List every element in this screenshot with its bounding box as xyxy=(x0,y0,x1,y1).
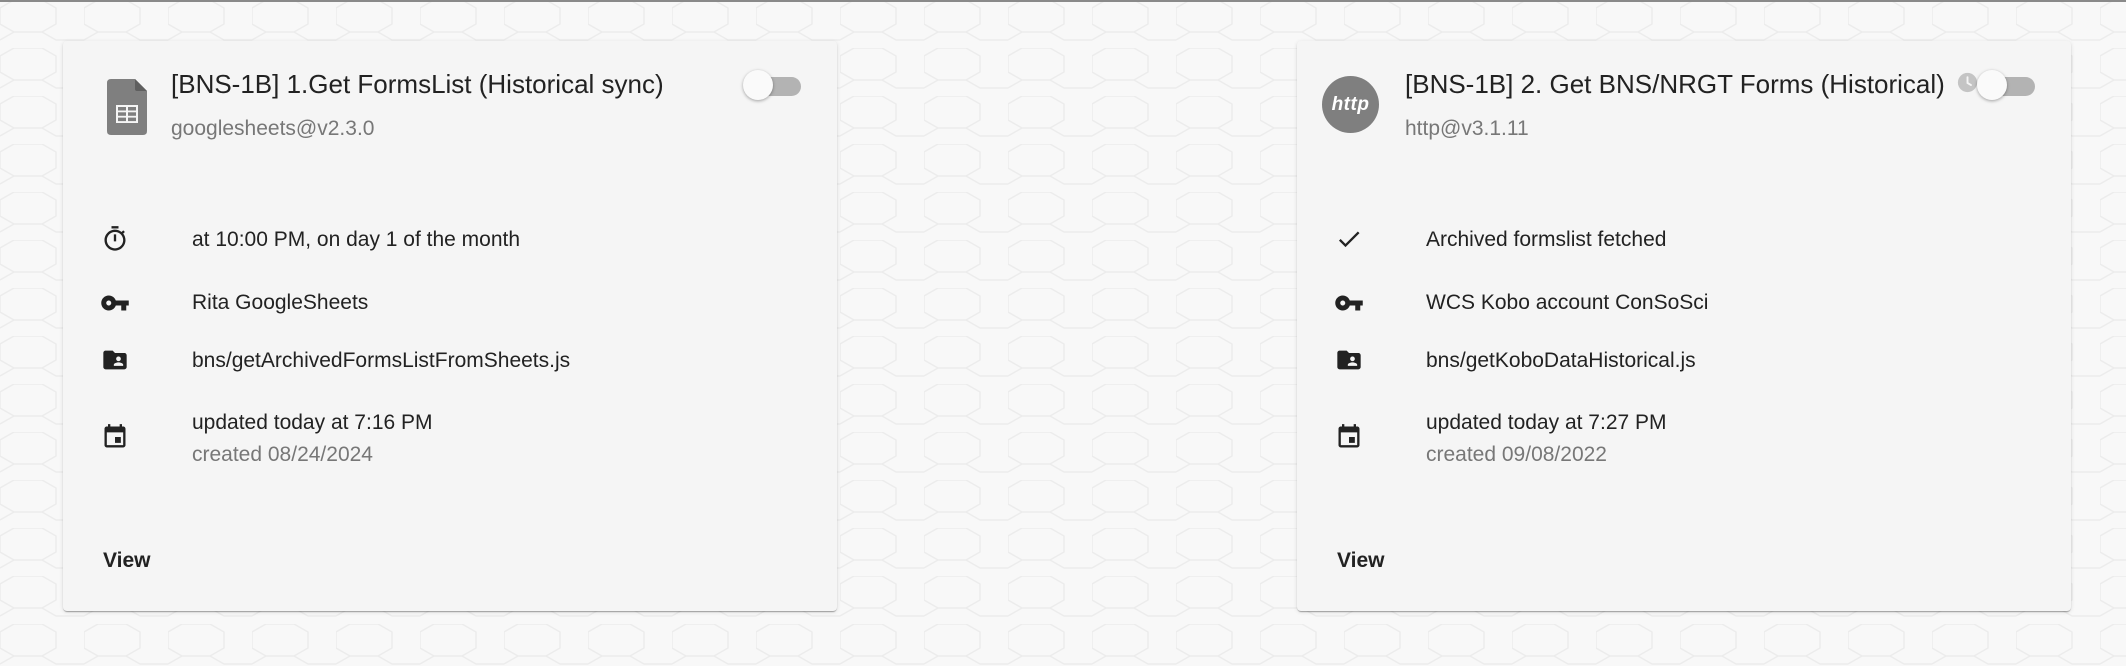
credential-text: Rita GoogleSheets xyxy=(192,291,369,314)
job-title: [BNS-1B] 2. Get BNS/NRGT Forms (Historic… xyxy=(1405,69,1978,100)
top-divider xyxy=(0,0,2126,2)
job-title-text: [BNS-1B] 1.Get FormsList (Historical syn… xyxy=(171,69,664,99)
key-icon xyxy=(1334,288,1364,318)
enable-toggle[interactable] xyxy=(743,69,805,101)
credential-text: WCS Kobo account ConSoSci xyxy=(1426,291,1709,314)
updated-text: updated today at 7:16 PM xyxy=(192,411,433,434)
source-path-text: bns/getArchivedFormsListFromSheets.js xyxy=(192,349,571,372)
folder-account-icon xyxy=(1334,345,1364,375)
enable-toggle[interactable] xyxy=(1977,69,2039,101)
adaptor-version: http@v3.1.11 xyxy=(1405,117,1529,140)
calendar-icon xyxy=(100,422,130,452)
source-path-text: bns/getKoboDataHistorical.js xyxy=(1426,349,1696,372)
trigger-text: Archived formslist fetched xyxy=(1426,228,1667,251)
workflow-job-card: http [BNS-1B] 2. Get BNS/NRGT Forms (His… xyxy=(1297,41,2071,611)
toggle-thumb xyxy=(743,70,773,100)
toggle-thumb xyxy=(1977,70,2007,100)
trigger-text: at 10:00 PM, on day 1 of the month xyxy=(192,228,521,251)
timer-icon xyxy=(100,224,130,254)
http-icon: http xyxy=(1322,76,1379,133)
updated-text: updated today at 7:27 PM xyxy=(1426,411,1667,434)
google-sheets-icon xyxy=(97,77,157,137)
job-title: [BNS-1B] 1.Get FormsList (Historical syn… xyxy=(171,69,664,100)
workflow-job-card: [BNS-1B] 1.Get FormsList (Historical syn… xyxy=(63,41,837,611)
created-text: created 08/24/2024 xyxy=(192,443,373,466)
key-icon xyxy=(100,288,130,318)
check-icon xyxy=(1334,224,1364,254)
job-title-text: [BNS-1B] 2. Get BNS/NRGT Forms (Historic… xyxy=(1405,69,1945,99)
view-button[interactable]: View xyxy=(1327,541,1394,581)
adaptor-version: googlesheets@v2.3.0 xyxy=(171,117,375,140)
calendar-icon xyxy=(1334,422,1364,452)
created-text: created 09/08/2022 xyxy=(1426,443,1607,466)
view-button[interactable]: View xyxy=(93,541,160,581)
folder-account-icon xyxy=(100,345,130,375)
clock-icon xyxy=(1957,69,1978,93)
